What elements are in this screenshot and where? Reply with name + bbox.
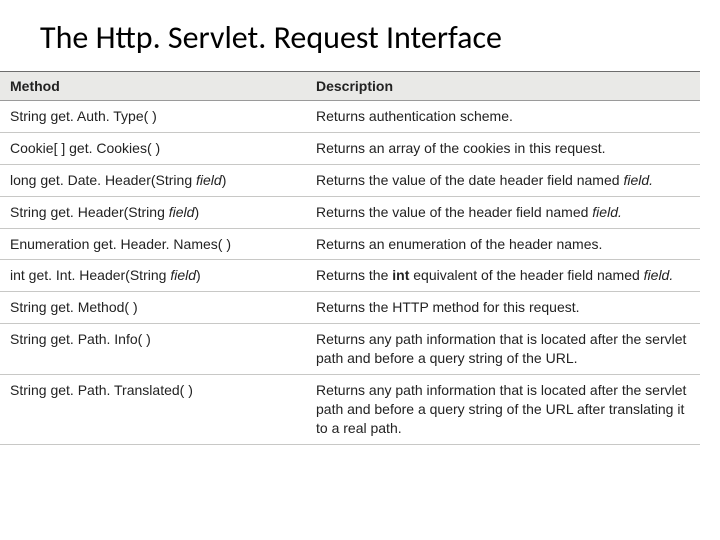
method-text-post: ) (194, 204, 199, 220)
desc-text: Returns any path information that is loc… (316, 382, 686, 436)
method-cell: String get. Method( ) (0, 292, 306, 324)
description-cell: Returns authentication scheme. (306, 101, 700, 133)
description-cell: Returns the int equivalent of the header… (306, 260, 700, 292)
desc-bold: int (392, 267, 409, 283)
method-cell: long get. Date. Header(String field) (0, 164, 306, 196)
table-row: String get. Path. Translated( ) Returns … (0, 375, 700, 445)
desc-ital: field. (644, 267, 674, 283)
page-title: The Http. Servlet. Request Interface (40, 18, 720, 57)
method-param: field (196, 172, 222, 188)
description-cell: Returns the HTTP method for this request… (306, 292, 700, 324)
desc-text: Returns the (316, 267, 392, 283)
desc-ital: field. (623, 172, 653, 188)
desc-text: Returns an enumeration of the header nam… (316, 236, 602, 252)
table-header-row: Method Description (0, 72, 700, 101)
methods-table: Method Description String get. Auth. Typ… (0, 71, 700, 445)
desc-text: Returns any path information that is loc… (316, 331, 686, 366)
desc-mid: equivalent of the header field named (409, 267, 643, 283)
description-cell: Returns an enumeration of the header nam… (306, 228, 700, 260)
method-text: Cookie[ ] get. Cookies( ) (10, 140, 160, 156)
col-header-description: Description (306, 72, 700, 101)
method-cell: Cookie[ ] get. Cookies( ) (0, 132, 306, 164)
desc-text: Returns the value of the header field na… (316, 204, 592, 220)
method-cell: String get. Auth. Type( ) (0, 101, 306, 133)
method-text-post: ) (196, 267, 201, 283)
description-cell: Returns any path information that is loc… (306, 324, 700, 375)
method-text-post: ) (222, 172, 227, 188)
description-cell: Returns the value of the header field na… (306, 196, 700, 228)
method-text: Enumeration get. Header. Names( ) (10, 236, 231, 252)
desc-text: Returns an array of the cookies in this … (316, 140, 605, 156)
method-param: field (169, 204, 195, 220)
desc-text: Returns the value of the date header fie… (316, 172, 623, 188)
method-cell: String get. Header(String field) (0, 196, 306, 228)
desc-text: Returns authentication scheme. (316, 108, 513, 124)
description-cell: Returns an array of the cookies in this … (306, 132, 700, 164)
desc-ital: field. (592, 204, 622, 220)
method-text: String get. Header(String (10, 204, 169, 220)
col-header-method: Method (0, 72, 306, 101)
table-row: String get. Path. Info( ) Returns any pa… (0, 324, 700, 375)
method-text: String get. Auth. Type( ) (10, 108, 157, 124)
description-cell: Returns the value of the date header fie… (306, 164, 700, 196)
method-text: long get. Date. Header(String (10, 172, 196, 188)
table-row: Cookie[ ] get. Cookies( ) Returns an arr… (0, 132, 700, 164)
table-row: String get. Method( ) Returns the HTTP m… (0, 292, 700, 324)
method-cell: String get. Path. Translated( ) (0, 375, 306, 445)
method-text: String get. Method( ) (10, 299, 138, 315)
description-cell: Returns any path information that is loc… (306, 375, 700, 445)
method-param: field (170, 267, 196, 283)
method-cell: Enumeration get. Header. Names( ) (0, 228, 306, 260)
table-row: String get. Auth. Type( ) Returns authen… (0, 101, 700, 133)
method-cell: String get. Path. Info( ) (0, 324, 306, 375)
table-row: int get. Int. Header(String field) Retur… (0, 260, 700, 292)
desc-text: Returns the HTTP method for this request… (316, 299, 580, 315)
method-text: int get. Int. Header(String (10, 267, 170, 283)
method-text: String get. Path. Info( ) (10, 331, 151, 347)
slide: The Http. Servlet. Request Interface Met… (0, 0, 720, 540)
table-row: Enumeration get. Header. Names( ) Return… (0, 228, 700, 260)
table-row: String get. Header(String field) Returns… (0, 196, 700, 228)
method-cell: int get. Int. Header(String field) (0, 260, 306, 292)
table-row: long get. Date. Header(String field) Ret… (0, 164, 700, 196)
method-text: String get. Path. Translated( ) (10, 382, 193, 398)
